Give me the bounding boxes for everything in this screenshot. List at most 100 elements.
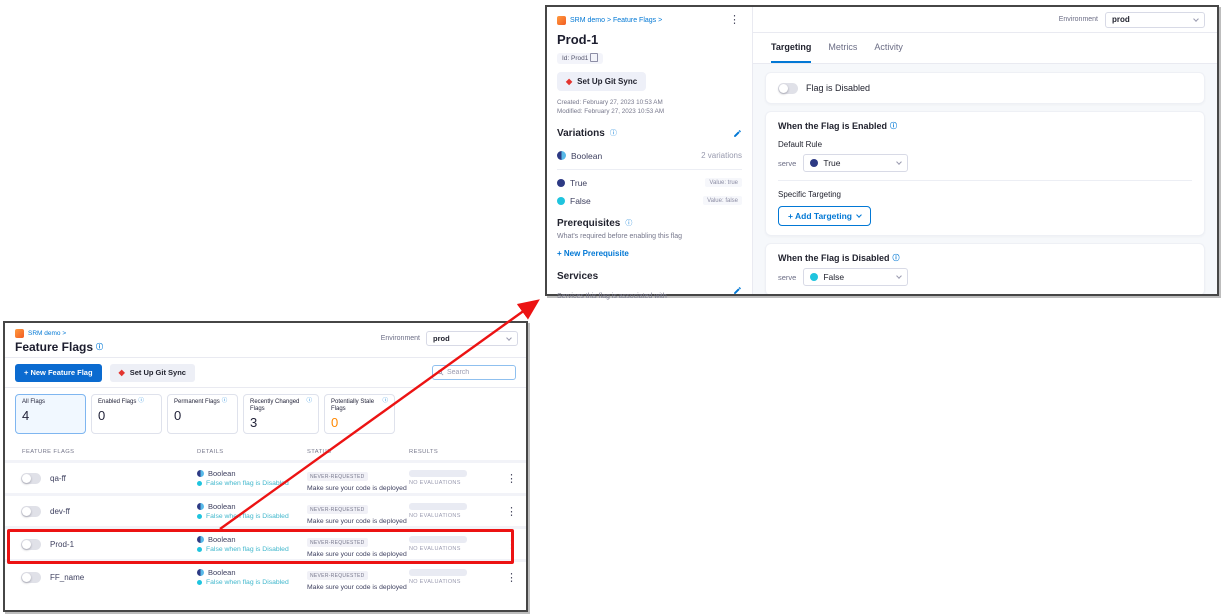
evaluations-bar (409, 569, 467, 576)
stats-row: All Flags 4 Enabled Flagsⓘ 0 Permanent F… (5, 388, 526, 440)
table-row-prod-1[interactable]: Prod-1 Boolean False when flag is Disabl… (5, 526, 526, 559)
edit-variations-icon[interactable] (733, 125, 742, 143)
info-icon[interactable]: ⓘ (893, 255, 900, 262)
flag-id-text: Id: Prod1 (562, 55, 588, 62)
flag-toggle[interactable] (21, 539, 41, 550)
divider (557, 169, 742, 170)
col-details: DETAILS (197, 449, 307, 455)
table-header: FEATURE FLAGS DETAILS STATUS RESULTS (5, 440, 526, 460)
stat-value: 0 (331, 415, 388, 430)
status-badge: NEVER-REQUESTED (307, 571, 368, 580)
status-badge: NEVER-REQUESTED (307, 472, 368, 481)
setup-git-sync-button[interactable]: ◆ Set Up Git Sync (110, 364, 195, 382)
stat-potentially-stale-flags[interactable]: Potentially Stale Flagsⓘ 0 (324, 394, 395, 434)
prerequisites-heading: Prerequisites (557, 218, 620, 229)
false-variation-icon (197, 481, 202, 486)
table-row-qa-ff[interactable]: qa-ff Boolean False when flag is Disable… (5, 460, 526, 493)
add-targeting-button[interactable]: + Add Targeting (778, 206, 871, 226)
breadcrumb[interactable]: SRM demo > Feature Flags > (570, 17, 662, 24)
list-header: SRM demo > Feature Flags ⓘ Environment p… (5, 323, 526, 358)
variation-row-true: True Value: true (557, 178, 742, 188)
row-kebab-menu-icon[interactable]: ⋮ (504, 506, 519, 518)
copy-icon[interactable] (592, 55, 598, 62)
table-row-dev-ff[interactable]: dev-ff Boolean False when flag is Disabl… (5, 493, 526, 526)
flag-detail-main: Environment prod Targeting Metrics Activ… (753, 7, 1217, 294)
targeting-content: Flag is Disabled When the Flag is Enable… (753, 64, 1217, 294)
info-icon: ⓘ (222, 399, 228, 405)
table-row-ff-name[interactable]: FF_name Boolean False when flag is Disab… (5, 559, 526, 592)
row-kebab-menu-icon[interactable]: ⋮ (504, 572, 519, 584)
breadcrumb[interactable]: SRM demo > (28, 330, 66, 337)
environment-select[interactable]: prod (426, 331, 518, 346)
boolean-type-icon (197, 569, 204, 576)
modified-date: Modified: February 27, 2023 10:53 AM (557, 107, 742, 116)
when-disabled-heading: When the Flag is Disabled (778, 253, 890, 263)
stat-enabled-flags[interactable]: Enabled Flagsⓘ 0 (91, 394, 162, 434)
status-badge: NEVER-REQUESTED (307, 505, 368, 514)
false-variation-icon (197, 547, 202, 552)
environment-label: Environment (381, 335, 420, 342)
evaluations-bar (409, 536, 467, 543)
detail-tabs: Targeting Metrics Activity (753, 33, 1217, 64)
list-toolbar: + New Feature Flag ◆ Set Up Git Sync (5, 358, 526, 388)
search-box[interactable] (432, 365, 516, 380)
stat-all-flags[interactable]: All Flags 4 (15, 394, 86, 434)
boolean-type-icon (557, 151, 566, 160)
prerequisites-desc: What's required before enabling this fla… (557, 233, 742, 240)
info-icon: ⓘ (138, 399, 144, 405)
chevron-down-icon (506, 335, 512, 341)
col-status: STATUS (307, 449, 409, 455)
new-prerequisite-link[interactable]: + New Prerequisite (557, 249, 629, 258)
info-icon[interactable]: ⓘ (625, 220, 632, 227)
row-kebab-menu-icon[interactable]: ⋮ (504, 473, 519, 485)
kebab-menu-icon[interactable]: ⋮ (727, 15, 742, 26)
status-badge: NEVER-REQUESTED (307, 538, 368, 547)
true-value-badge: Value: true (705, 178, 742, 187)
search-input[interactable] (447, 369, 511, 376)
tab-targeting[interactable]: Targeting (771, 33, 811, 63)
stat-permanent-flags[interactable]: Permanent Flagsⓘ 0 (167, 394, 238, 434)
boolean-type-icon (197, 470, 204, 477)
flag-toggle-label: Flag is Disabled (806, 83, 870, 93)
variation-row-false: False Value: false (557, 196, 742, 206)
default-rule-serve-select[interactable]: True (803, 154, 908, 172)
info-icon[interactable]: ⓘ (610, 130, 617, 137)
flag-state-card: Flag is Disabled (765, 72, 1205, 104)
row-kebab-menu-icon[interactable]: ⋮ (504, 539, 519, 551)
flag-detail-panel: SRM demo > Feature Flags > ⋮ Prod-1 Id: … (545, 5, 1219, 296)
canvas: SRM demo > Feature Flags > ⋮ Prod-1 Id: … (0, 0, 1224, 616)
stat-value: 0 (174, 408, 231, 423)
stat-value: 3 (250, 415, 312, 430)
chevron-down-icon (1193, 16, 1199, 22)
setup-git-sync-button[interactable]: ◆ Set Up Git Sync (557, 72, 646, 91)
environment-select[interactable]: prod (1105, 12, 1205, 28)
edit-services-icon[interactable] (733, 282, 742, 300)
flag-toggle[interactable] (21, 572, 41, 583)
boolean-type-icon (197, 503, 204, 510)
info-icon[interactable]: ⓘ (890, 123, 897, 130)
new-feature-flag-button[interactable]: + New Feature Flag (15, 364, 102, 382)
boolean-type-icon (197, 536, 204, 543)
flag-toggle[interactable] (21, 506, 41, 517)
flag-toggle[interactable] (21, 473, 41, 484)
git-sync-icon: ◆ (566, 78, 572, 86)
stat-recently-changed-flags[interactable]: Recently Changed Flagsⓘ 3 (243, 394, 319, 434)
page-title: Feature Flags (15, 340, 93, 354)
false-value-badge: Value: false (703, 196, 742, 205)
true-variation-icon (557, 179, 565, 187)
tab-metrics[interactable]: Metrics (828, 33, 857, 63)
info-icon: ⓘ (306, 399, 312, 405)
feature-flags-list-panel: SRM demo > Feature Flags ⓘ Environment p… (3, 321, 528, 612)
when-enabled-heading: When the Flag is Enabled (778, 121, 887, 131)
flag-dates: Created: February 27, 2023 10:53 AM Modi… (557, 98, 742, 117)
chevron-down-icon (856, 212, 862, 218)
divider (778, 180, 1192, 181)
info-icon[interactable]: ⓘ (96, 344, 103, 351)
col-feature-flags: FEATURE FLAGS (5, 449, 197, 455)
tab-activity[interactable]: Activity (874, 33, 903, 63)
disabled-serve-select[interactable]: False (803, 268, 908, 286)
flag-enabled-toggle[interactable] (778, 83, 798, 94)
created-date: Created: February 27, 2023 10:53 AM (557, 98, 742, 107)
harness-logo-icon (557, 16, 566, 25)
chevron-down-icon (897, 159, 903, 165)
